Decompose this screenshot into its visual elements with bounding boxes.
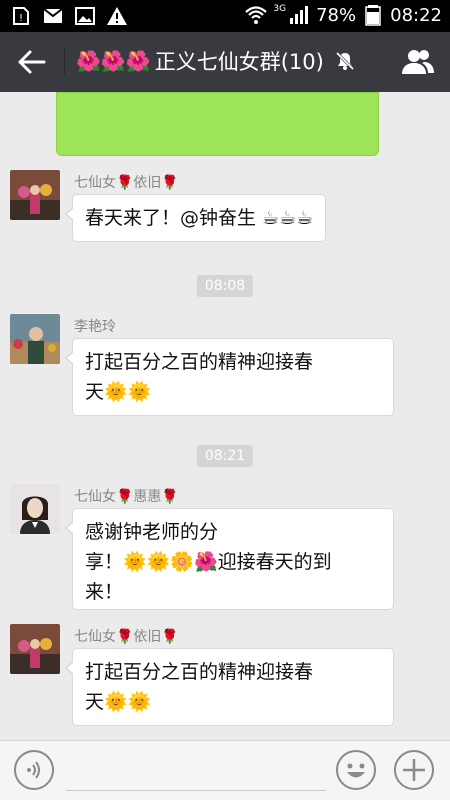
sender-name: 七仙女🌹依旧🌹 [74,175,179,191]
message-text-line: 打起百分之百的精神迎接春 [85,351,314,373]
avatar[interactable] [10,624,60,674]
sim-alert-icon: ! [10,5,32,27]
message-text-line: 天🌞🌞 [85,381,152,403]
input-bar [0,740,450,800]
message-text-line: 享！🌞🌞🌼🌺迎接春天的到 [85,551,332,573]
sender-name: 七仙女🌹惠惠🌹 [74,489,179,505]
battery-percent: 78% [316,4,357,26]
timestamp-badge: 08:08 [196,275,254,297]
header-divider [64,48,65,76]
voice-icon [27,761,40,779]
svg-text:!: ! [19,13,23,24]
group-name: 正义七仙女群(10) [154,50,324,74]
message-bubble[interactable]: 春天来了！@钟奋生 ☕☕☕ [64,194,327,242]
message-text-line: 感谢钟老师的分 [85,521,219,543]
warning-icon [106,5,128,27]
message-text-line: 打起百分之百的精神迎接春 [85,661,314,683]
back-arrow-icon[interactable] [16,48,46,76]
chat-header: 🌺🌺🌺 正义七仙女群(10) [0,32,450,92]
chat-title: 🌺🌺🌺 正义七仙女群(10) [76,46,356,76]
image-icon [74,5,96,27]
message-bubble[interactable]: 感谢钟老师的分 享！🌞🌞🌼🌺迎接春天的到 来！ [65,508,394,610]
mute-icon [335,51,354,71]
avatar[interactable] [10,484,60,534]
more-button[interactable] [394,750,434,790]
avatar[interactable] [10,314,60,364]
avatar[interactable] [10,170,60,220]
timestamp-badge: 08:21 [196,445,254,467]
clock: 08:22 [390,4,442,26]
sender-name: 李艳玲 [74,319,116,335]
sent-message-bubble[interactable] [56,92,379,156]
chat-area[interactable]: 七仙女🌹依旧🌹 春天来了！@钟奋生 ☕☕☕ 08:08 李艳玲 打起百分之百的精… [0,92,450,740]
battery-icon [362,4,384,26]
message-text: 春天来了！@钟奋生 ☕☕☕ [85,207,314,229]
group-members-icon[interactable] [400,46,436,78]
message-text-line: 来！ [85,581,124,603]
title-flowers: 🌺🌺🌺 [76,49,151,73]
message-text-line: 天🌞🌞 [85,691,152,713]
emoji-icon [347,763,365,778]
mail-icon [42,5,64,27]
voice-button[interactable] [14,750,54,790]
emoji-button[interactable] [336,750,376,790]
message-bubble[interactable]: 打起百分之百的精神迎接春 天🌞🌞 [65,338,394,416]
message-bubble[interactable]: 打起百分之百的精神迎接春 天🌞🌞 [65,648,394,726]
signal-icon [288,4,310,26]
sender-name: 七仙女🌹依旧🌹 [74,629,179,645]
network-type: 3G [273,4,287,14]
status-bar: ! 3G 78% 08:22 [0,0,450,32]
wifi-icon [245,4,268,26]
message-input[interactable] [66,751,326,791]
plus-icon [403,759,425,781]
